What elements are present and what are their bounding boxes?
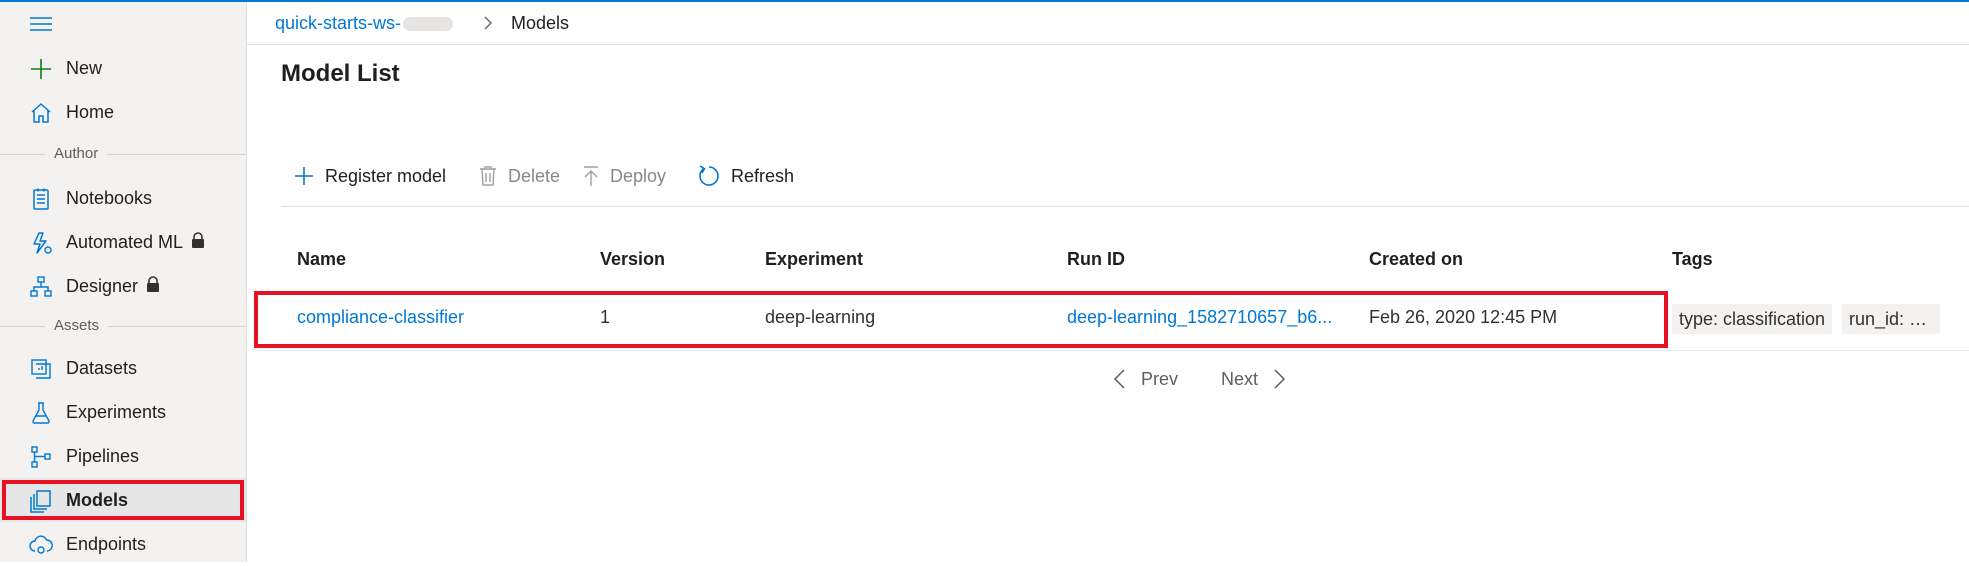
sidebar-item-label: Endpoints (66, 534, 147, 554)
deploy-icon (584, 166, 598, 186)
next-label: Next (1221, 368, 1259, 389)
sidebar-item-new[interactable]: New (0, 46, 246, 90)
sidebar-item-label: Pipelines (66, 446, 140, 466)
delete-label: Delete (508, 165, 561, 186)
plus-icon (295, 167, 313, 185)
sidebar-item-designer[interactable]: Designer (0, 264, 246, 308)
datasets-icon (29, 357, 53, 381)
lock-icon (146, 276, 160, 298)
sidebar-item-datasets[interactable]: Datasets (0, 346, 246, 390)
deploy-button[interactable]: Deploy (582, 160, 666, 192)
home-icon (29, 101, 53, 125)
left-sidebar: New Home Author Notebooks Automated ML D… (0, 2, 247, 562)
sidebar-item-label: Datasets (66, 358, 138, 378)
tag-chip: run_id: d... (1842, 304, 1940, 334)
prev-page-button[interactable]: Prev (1113, 366, 1178, 392)
section-label: Author (45, 145, 108, 162)
column-header-name[interactable]: Name (297, 249, 346, 270)
plus-icon (29, 57, 53, 81)
breadcrumb-workspace-text: quick-starts-ws- (275, 13, 402, 33)
sidebar-item-pipelines[interactable]: Pipelines (0, 434, 246, 478)
refresh-icon (699, 165, 719, 186)
sidebar-item-label: Experiments (66, 402, 167, 422)
refresh-label: Refresh (731, 165, 795, 186)
sidebar-item-label: Models (66, 490, 129, 510)
delete-button[interactable]: Delete (478, 160, 560, 192)
section-heading-assets: Assets (0, 317, 246, 337)
prev-label: Prev (1141, 368, 1179, 389)
deploy-label: Deploy (610, 165, 667, 186)
page-title: Model List (281, 60, 400, 87)
sidebar-item-notebooks[interactable]: Notebooks (0, 176, 246, 220)
designer-icon (29, 275, 53, 299)
sidebar-item-text: Automated ML (66, 232, 184, 252)
column-header-run-id[interactable]: Run ID (1067, 249, 1125, 270)
model-created-on: Feb 26, 2020 12:45 PM (1369, 307, 1558, 327)
sidebar-item-label: Automated ML (66, 232, 205, 254)
section-heading-author: Author (0, 145, 246, 165)
sidebar-item-label: Designer (66, 276, 160, 298)
column-header-created-on[interactable]: Created on (1369, 249, 1463, 270)
pipelines-icon (29, 445, 53, 469)
redacted-text (403, 17, 454, 32)
section-label: Assets (45, 317, 109, 334)
models-icon (29, 489, 53, 513)
column-header-tags[interactable]: Tags (1672, 249, 1713, 270)
section-divider (0, 154, 246, 155)
breadcrumb-current: Models (511, 13, 570, 33)
model-experiment: deep-learning (765, 307, 876, 327)
sidebar-item-models[interactable]: Models (0, 478, 246, 522)
chevron-right-icon (480, 15, 496, 31)
sidebar-item-endpoints[interactable]: Endpoints (0, 522, 246, 566)
breadcrumb-workspace-link[interactable]: quick-starts-ws- (275, 13, 454, 34)
tag-chip: type: classification (1672, 304, 1833, 334)
column-header-version[interactable]: Version (600, 249, 665, 270)
sidebar-item-experiments[interactable]: Experiments (0, 390, 246, 434)
chevron-right-icon (1274, 369, 1286, 389)
run-id-link[interactable]: deep-learning_1582710657_b6... (1067, 307, 1339, 328)
sidebar-item-label: New (66, 58, 103, 78)
model-version: 1 (600, 307, 611, 327)
sidebar-item-text: Designer (66, 276, 139, 296)
sidebar-item-label: Home (66, 102, 115, 122)
sidebar-item-automated-ml[interactable]: Automated ML (0, 220, 246, 264)
flask-icon (29, 401, 53, 425)
next-page-button[interactable]: Next (1221, 366, 1286, 392)
sidebar-item-label: Notebooks (66, 188, 153, 208)
register-model-label: Register model (325, 165, 447, 186)
hamburger-menu-icon[interactable] (29, 16, 53, 32)
register-model-button[interactable]: Register model (293, 160, 446, 192)
model-name-link[interactable]: compliance-classifier (297, 307, 464, 328)
section-divider (0, 326, 246, 327)
refresh-button[interactable]: Refresh (697, 160, 794, 192)
column-header-experiment[interactable]: Experiment (765, 249, 863, 270)
sidebar-item-home[interactable]: Home (0, 90, 246, 134)
automated-ml-icon (29, 231, 53, 255)
trash-icon (480, 166, 496, 186)
chevron-left-icon (1113, 369, 1125, 389)
breadcrumb: quick-starts-ws- Models (247, 2, 1969, 45)
notebook-icon (29, 187, 53, 211)
lock-icon (191, 232, 205, 254)
endpoints-icon (29, 533, 53, 557)
command-bar: Register model Delete Deploy Refresh (281, 160, 1969, 207)
